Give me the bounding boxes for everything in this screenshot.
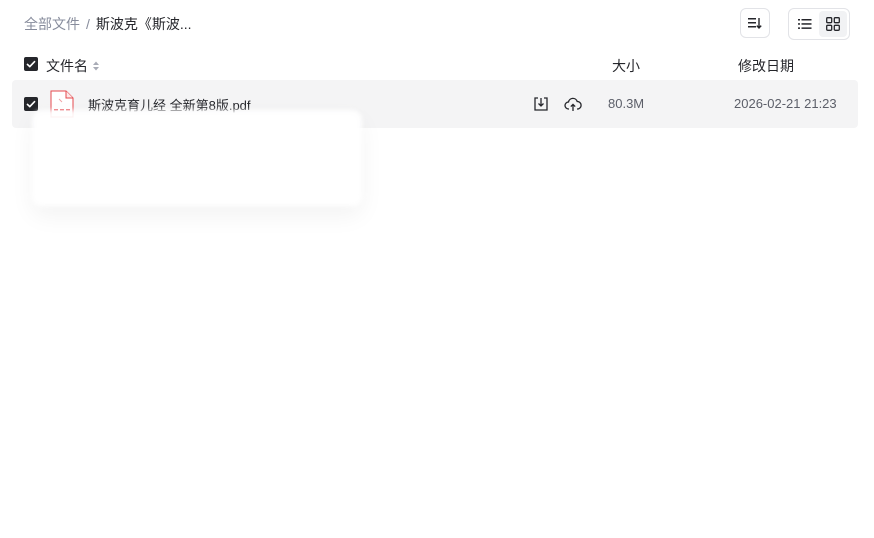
list-view-icon xyxy=(798,19,812,29)
sort-icon xyxy=(748,18,762,30)
table-header: 文件名 大小 修改日期 xyxy=(12,48,858,80)
checkmark-icon xyxy=(26,60,36,68)
breadcrumb-root-link[interactable]: 全部文件 xyxy=(24,14,80,34)
select-all-checkbox[interactable] xyxy=(24,57,38,71)
column-header-name[interactable]: 文件名 xyxy=(46,56,100,76)
row-checkbox[interactable] xyxy=(24,97,38,111)
breadcrumb: 全部文件 / 斯波克《斯波... xyxy=(24,14,192,34)
column-header-size[interactable]: 大小 xyxy=(612,56,640,76)
sort-button[interactable] xyxy=(740,8,770,38)
list-view-button[interactable] xyxy=(791,11,819,37)
column-header-name-label: 文件名 xyxy=(46,58,88,74)
column-header-date[interactable]: 修改日期 xyxy=(738,56,794,76)
view-switch xyxy=(788,8,850,40)
download-icon xyxy=(534,97,548,111)
file-modified-date: 2026-02-21 21:23 xyxy=(734,96,837,111)
breadcrumb-separator: / xyxy=(86,16,90,32)
save-to-cloud-button[interactable] xyxy=(564,95,582,113)
grid-view-icon xyxy=(826,17,840,31)
tooltip-overlay xyxy=(32,110,362,206)
sort-caret-icon xyxy=(92,60,100,72)
breadcrumb-current: 斯波克《斯波... xyxy=(95,16,192,32)
download-button[interactable] xyxy=(532,95,550,113)
grid-view-button[interactable] xyxy=(819,11,847,37)
cloud-upload-icon xyxy=(564,97,582,111)
checkmark-icon xyxy=(26,100,36,108)
file-size: 80.3M xyxy=(608,96,645,111)
file-browser: 全部文件 / 斯波克《斯波... 文件名 大小 修改日期 斯波克育儿经 全新第8… xyxy=(0,0,874,538)
